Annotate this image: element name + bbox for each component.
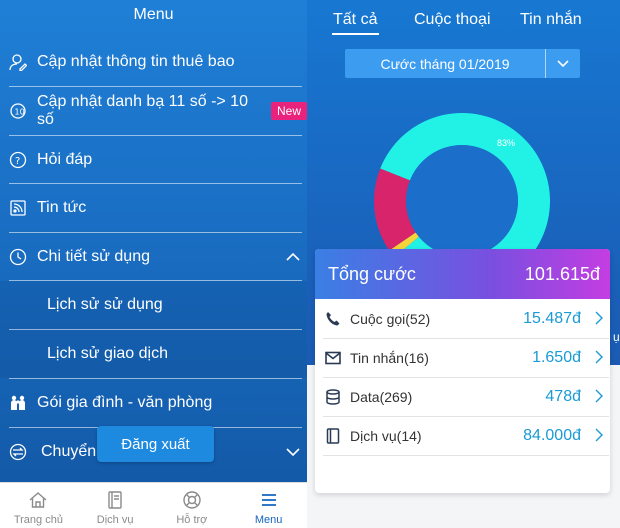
user-edit-icon bbox=[9, 53, 27, 71]
charge-row-messages[interactable]: Tin nhắn(16) 1.650đ bbox=[315, 338, 610, 377]
menu-item-news[interactable]: Tin tức bbox=[0, 184, 307, 232]
chevron-right-icon bbox=[594, 311, 604, 330]
divider bbox=[323, 455, 609, 456]
charge-row-data[interactable]: Data(269) 478đ bbox=[315, 377, 610, 416]
menu-item-update-contacts[interactable]: 10 Cập nhật danh bạ 11 số -> 10 số New bbox=[0, 87, 307, 135]
chevron-right-icon bbox=[594, 350, 604, 369]
row-value: 84.000đ bbox=[523, 426, 581, 444]
svg-text:10: 10 bbox=[15, 108, 25, 117]
chevron-down-icon bbox=[285, 444, 301, 460]
mail-icon bbox=[324, 349, 342, 367]
charge-row-services[interactable]: Dịch vụ(14) 84.000đ bbox=[315, 416, 610, 455]
nav-label: Trang chủ bbox=[13, 514, 63, 526]
tab-calls[interactable]: Cuộc thoại bbox=[414, 11, 491, 29]
usage-panel: Tất cả Cuộc thoại Tin nhắn Cước tháng 01… bbox=[307, 0, 620, 528]
menu-item-label: Gói gia đình - văn phòng bbox=[37, 394, 213, 411]
book-icon bbox=[108, 491, 122, 509]
row-value: 478đ bbox=[545, 387, 581, 405]
support-icon bbox=[183, 491, 201, 509]
chevron-up-icon bbox=[285, 249, 301, 265]
submenu-item-usage-history[interactable]: Lịch sử sử dụng bbox=[0, 281, 307, 329]
month-label: Cước tháng 01/2019 bbox=[380, 55, 510, 72]
row-value: 15.487đ bbox=[523, 309, 581, 327]
menu-item-label: Hỏi đáp bbox=[37, 151, 93, 168]
database-icon bbox=[324, 388, 342, 406]
logout-button[interactable]: Đăng xuất bbox=[97, 426, 214, 462]
total-charges-header: Tổng cước 101.615đ bbox=[315, 249, 610, 299]
nav-support[interactable]: Hỗ trợ bbox=[154, 483, 231, 528]
nav-label: Dịch vụ bbox=[96, 514, 134, 526]
total-label: Tổng cước bbox=[328, 263, 416, 284]
side-menu: Menu Cập nhật thông tin thuê bao 10 Cập … bbox=[0, 0, 307, 482]
month-selector[interactable]: Cước tháng 01/2019 bbox=[345, 49, 580, 78]
question-icon: ? bbox=[9, 151, 27, 169]
clock-icon bbox=[9, 248, 27, 266]
menu-item-label: Lịch sử giao dịch bbox=[47, 345, 168, 362]
charges-summary-card: Tổng cước 101.615đ Cuộc gọi(52) 15.487đ … bbox=[315, 249, 610, 493]
active-tab-indicator bbox=[332, 33, 379, 35]
phone-icon bbox=[324, 310, 342, 328]
chevron-right-icon bbox=[594, 428, 604, 447]
menu-item-label: Tin tức bbox=[37, 199, 87, 216]
menu-item-label: Chuyển bbox=[41, 443, 97, 460]
tab-all[interactable]: Tất cả bbox=[333, 11, 377, 29]
row-label: Dịch vụ(14) bbox=[350, 427, 422, 444]
menu-item-usage-detail[interactable]: Chi tiết sử dụng bbox=[0, 233, 307, 281]
nav-label: Menu bbox=[254, 514, 283, 526]
rss-icon bbox=[9, 199, 27, 217]
menu-item-label: Lịch sử sử dụng bbox=[47, 296, 163, 313]
transfer-icon bbox=[9, 443, 27, 461]
row-label: Data(269) bbox=[350, 388, 413, 405]
menu-item-faq[interactable]: ? Hỏi đáp bbox=[0, 136, 307, 184]
home-icon bbox=[29, 492, 47, 508]
donut-hole bbox=[406, 145, 518, 257]
edge-text: ụ bbox=[613, 330, 620, 344]
nav-services[interactable]: Dịch vụ bbox=[77, 483, 154, 528]
bottom-navigation: Trang chủ Dịch vụ Hỗ trợ Menu bbox=[0, 482, 307, 528]
submenu-item-transaction-history[interactable]: Lịch sử giao dịch bbox=[0, 330, 307, 378]
nav-label: Hỗ trợ bbox=[176, 514, 208, 526]
charge-row-calls[interactable]: Cuộc gọi(52) 15.487đ bbox=[315, 299, 610, 338]
refresh-contacts-icon: 10 bbox=[9, 102, 27, 120]
menu-item-update-subscriber[interactable]: Cập nhật thông tin thuê bao bbox=[0, 38, 307, 86]
menu-item-label: Chi tiết sử dụng bbox=[37, 248, 150, 265]
donut-percent-label: 83% bbox=[497, 138, 515, 148]
nav-menu[interactable]: Menu bbox=[230, 483, 307, 528]
tab-messages[interactable]: Tin nhắn bbox=[520, 11, 582, 29]
new-badge: New bbox=[270, 102, 307, 120]
chevron-right-icon bbox=[594, 389, 604, 408]
family-icon bbox=[9, 394, 27, 412]
menu-title: Menu bbox=[133, 6, 174, 23]
row-value: 1.650đ bbox=[532, 348, 581, 366]
menu-item-label: Cập nhật danh bạ 11 số -> 10 số bbox=[37, 93, 248, 128]
chevron-down-icon bbox=[546, 59, 580, 69]
menu-item-label: Cập nhật thông tin thuê bao bbox=[37, 53, 235, 70]
menu-item-family-office-package[interactable]: Gói gia đình - văn phòng bbox=[0, 379, 307, 427]
total-value: 101.615đ bbox=[524, 263, 600, 284]
row-label: Tin nhắn(16) bbox=[350, 349, 429, 366]
svg-text:?: ? bbox=[15, 156, 20, 167]
service-book-icon bbox=[324, 427, 342, 445]
row-label: Cuộc gọi(52) bbox=[350, 310, 431, 327]
hamburger-icon bbox=[261, 494, 276, 506]
nav-home[interactable]: Trang chủ bbox=[0, 483, 77, 528]
